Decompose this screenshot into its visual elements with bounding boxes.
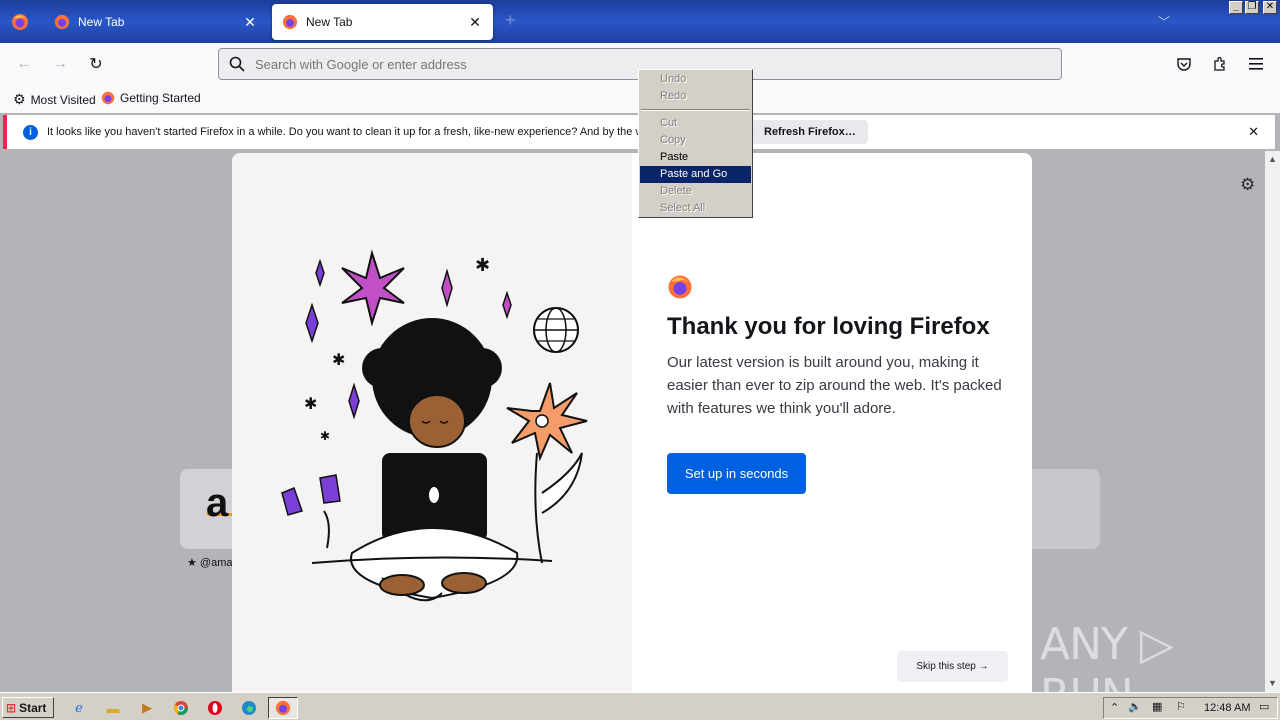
svg-text:✱: ✱ [320,429,330,443]
chrome-icon[interactable] [171,698,191,718]
firefox-icon [282,14,298,30]
menu-item-copy[interactable]: Copy [640,132,751,149]
folder-icon[interactable]: ▬ [103,698,123,718]
start-label: Start [19,700,47,715]
menu-item-redo[interactable]: Redo [640,88,751,105]
tab-label: New Tab [78,15,125,29]
person-with-laptop-illustration-icon: ✱ ✱ ✱ ✱ [281,249,588,602]
opera-icon[interactable] [205,698,225,718]
close-tab-icon[interactable]: ✕ [242,14,258,31]
anyrun-watermark: ANY ▷ RUN [1040,619,1174,692]
extensions-icon[interactable] [1209,53,1231,75]
clock: 12:48 AM [1204,702,1251,714]
notification-message: It looks like you haven't started Firefo… [47,126,647,138]
new-tab-plus-icon[interactable]: + [505,10,516,31]
volume-icon[interactable]: 🔈 [1128,700,1142,713]
system-tray: ⌃ 🔈 ▦ ⚐ 12:48 AM ▭ [1103,697,1278,719]
menu-item-select-all[interactable]: Select All [640,200,751,217]
chevron-down-icon[interactable]: ﹀ [1158,13,1170,30]
back-button[interactable]: ← [13,53,35,75]
close-window-button[interactable]: ✕ [1263,1,1277,14]
scroll-down-icon[interactable]: ▼ [1265,678,1280,688]
bookmark-label: Most Visited [30,92,96,107]
info-icon: i [23,124,38,140]
skip-step-button[interactable]: Skip this step → [897,651,1008,682]
menu-item-delete[interactable]: Delete [640,183,751,200]
firefox-menu-button[interactable] [0,0,40,43]
shortcut-label: ★ @ama [187,557,233,569]
network-icon[interactable]: ▦ [1152,700,1162,713]
close-icon[interactable]: ✕ [1248,124,1259,140]
firefox-icon [101,91,115,105]
menu-item-undo[interactable]: Undo [640,71,751,88]
refresh-firefox-button[interactable]: Refresh Firefox… [752,120,868,144]
firefox-icon [275,700,291,716]
firefox-icon [12,13,28,30]
chevron-up-icon[interactable]: ⌃ [1110,701,1119,714]
taskbar-firefox-window[interactable] [268,697,298,719]
onboarding-modal: ✱ ✱ ✱ ✱ Thank you for loving Firefox Our… [232,153,1032,692]
forward-button[interactable]: → [49,53,71,75]
illustration-panel: ✱ ✱ ✱ ✱ [232,153,632,692]
tab-new-tab-2[interactable]: New Tab ✕ [272,4,493,40]
show-desktop-icon[interactable]: ▭ [1259,700,1269,713]
tab-new-tab-1[interactable]: New Tab ✕ [44,4,268,40]
tab-label: New Tab [306,15,353,29]
pocket-icon[interactable] [1173,53,1195,75]
menu-separator [641,109,750,111]
menu-item-paste[interactable]: Paste [640,149,751,166]
minimize-button[interactable]: _ [1229,1,1243,14]
svg-text:✱: ✱ [304,396,317,413]
firefox-icon [54,14,70,30]
restore-button[interactable]: ❐ [1245,1,1259,14]
media-player-icon[interactable]: ▶ [137,698,157,718]
edge-icon[interactable] [239,698,259,718]
close-tab-icon[interactable]: ✕ [467,14,483,31]
gear-icon: ⚙ [13,91,26,107]
svg-text:✱: ✱ [332,352,345,369]
windows-logo-icon: ⊞ [6,700,17,715]
set-up-button[interactable]: Set up in seconds [667,453,806,494]
bookmark-most-visited[interactable]: ⚙ Most Visited [13,91,96,108]
reload-button[interactable]: ↻ [85,53,107,75]
modal-title: Thank you for loving Firefox [667,313,990,340]
firefox-logo-icon [667,274,693,303]
start-button[interactable]: ⊞ Start [2,697,54,718]
bookmark-label: Getting Started [120,91,201,105]
gear-icon[interactable]: ⚙ [1240,175,1255,195]
title-bar: New Tab ✕ New Tab ✕ + ﹀ _ ❐ ✕ [0,0,1280,43]
menu-item-cut[interactable]: Cut [640,115,751,132]
bookmark-getting-started[interactable]: Getting Started [101,91,201,105]
new-tab-page: ⚙ a ★ @ama ✱ ✱ ✱ ✱ Thank you for loving … [0,151,1265,692]
search-icon [229,56,245,72]
menu-item-paste-and-go[interactable]: Paste and Go [640,166,751,183]
vertical-scrollbar[interactable]: ▲ ▼ [1265,151,1280,692]
svg-text:✱: ✱ [475,255,490,275]
taskbar: ⊞ Start ℯ ▬ ▶ ⌃ 🔈 ▦ ⚐ 12:48 AM ▭ [0,692,1280,720]
hamburger-menu-icon[interactable] [1245,53,1267,75]
scroll-up-icon[interactable]: ▲ [1265,154,1280,164]
context-menu: Undo Redo Cut Copy Paste Paste and Go De… [638,69,753,218]
modal-subtitle: Our latest version is built around you, … [667,354,1002,417]
internet-explorer-icon[interactable]: ℯ [69,698,89,718]
flag-icon[interactable]: ⚐ [1176,700,1186,713]
